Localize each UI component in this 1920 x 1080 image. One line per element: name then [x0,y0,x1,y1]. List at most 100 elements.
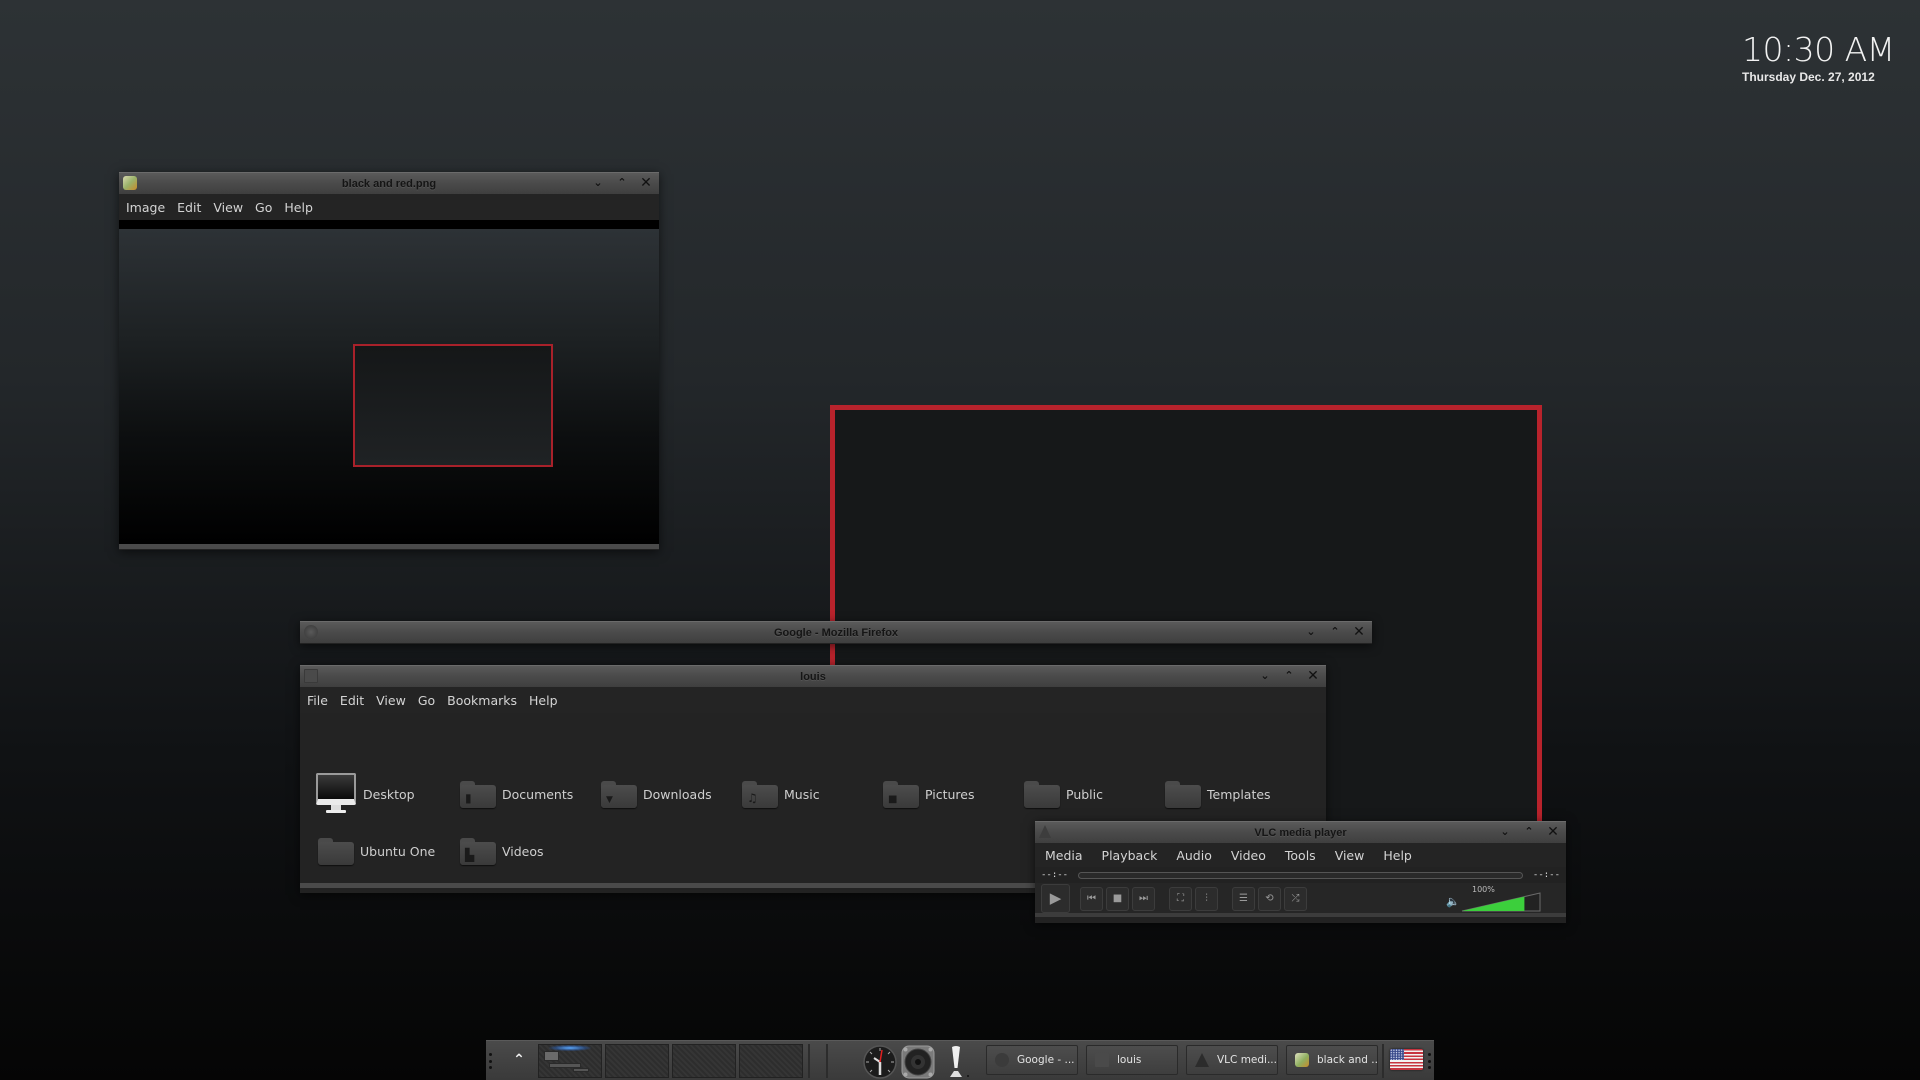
clock-applet-icon[interactable] [862,1044,898,1080]
menu-edit[interactable]: Edit [340,693,364,708]
panel-grip-right[interactable] [1428,1053,1431,1069]
file-item-label: Public [1066,787,1103,802]
window-title: VLC media player [1254,826,1347,839]
file-item-downloads[interactable]: ▼ Downloads [601,781,712,808]
menu-view[interactable]: View [376,693,406,708]
folder-music-icon: ♫ [742,781,778,808]
menu-help[interactable]: Help [1383,848,1412,863]
folder-documents-icon: ▮ [460,781,496,808]
speaker-icon[interactable]: 🔈 [1446,895,1460,908]
menu-playback[interactable]: Playback [1102,848,1158,863]
firefox-window: Google - Mozilla Firefox ⌄ ⌃ ✕ [300,621,1372,644]
stop-button[interactable]: ■ [1106,887,1129,911]
task-label: VLC medi... [1217,1054,1277,1066]
menu-audio[interactable]: Audio [1176,848,1212,863]
vlc-titlebar[interactable]: VLC media player ⌄ ⌃ ✕ [1035,821,1566,843]
file-item-templates[interactable]: Templates [1165,781,1271,808]
image-viewer-icon [1295,1053,1309,1067]
keyboard-layout-us-flag-icon[interactable] [1390,1049,1423,1070]
file-item-label: Templates [1207,787,1271,802]
window-title: black and red.png [341,177,437,190]
menu-edit[interactable]: Edit [177,200,201,215]
show-desktop-button[interactable]: ⌃ [506,1047,532,1073]
previous-button[interactable]: ⏮ [1080,887,1103,911]
task-button-vlc[interactable]: VLC medi... [1186,1045,1278,1075]
elapsed-time: --:-- [1041,870,1069,880]
file-item-label: Music [784,787,820,802]
file-item-desktop[interactable]: Desktop [315,773,415,815]
image-viewer-titlebar[interactable]: black and red.png ⌄ ⌃ ✕ [119,172,659,194]
task-label: Google - ... [1017,1054,1075,1066]
menu-go[interactable]: Go [418,693,435,708]
maximize-button[interactable]: ⌃ [1328,624,1342,640]
menu-view[interactable]: View [1335,848,1365,863]
file-item-documents[interactable]: ▮ Documents [460,781,573,808]
file-manager-titlebar[interactable]: louis ⌄ ⌃ ✕ [300,665,1326,687]
close-button[interactable]: ✕ [1352,624,1366,640]
panel-separator [1382,1044,1384,1078]
task-button-firefox[interactable]: Google - ... [986,1045,1078,1075]
workspace-3[interactable] [672,1044,736,1078]
panel-grip-left[interactable] [489,1053,492,1069]
menu-file[interactable]: File [307,693,328,708]
maximize-button[interactable]: ⌃ [1282,668,1296,684]
image-viewer-window: black and red.png ⌄ ⌃ ✕ Image Edit View … [119,172,659,550]
play-button[interactable]: ▶ [1041,884,1070,913]
vlc-statusbar [1035,913,1566,917]
window-title: louis [800,670,826,683]
menu-help[interactable]: Help [529,693,558,708]
minimize-button[interactable]: ⌄ [591,175,605,191]
file-item-pictures[interactable]: ■ Pictures [883,781,975,808]
volume-speaker-applet-icon[interactable] [900,1044,936,1080]
menu-media[interactable]: Media [1045,848,1083,863]
menu-go[interactable]: Go [255,200,272,215]
workspace-1[interactable] [538,1044,602,1078]
menu-video[interactable]: Video [1231,848,1266,863]
workspace-2[interactable] [605,1044,669,1078]
task-button-louis[interactable]: louis [1086,1045,1178,1075]
minimize-button[interactable]: ⌄ [1498,824,1512,840]
close-button[interactable]: ✕ [1546,824,1560,840]
vlc-menubar: Media Playback Audio Video Tools View He… [1035,843,1566,867]
folder-icon [1165,781,1201,808]
desktop-clock: 10:30 AM Thursday Dec. 27, 2012 [1742,32,1895,85]
file-item-public[interactable]: Public [1024,781,1103,808]
seek-slider[interactable] [1078,871,1523,879]
file-item-label: Videos [502,844,544,859]
task-button-image-viewer[interactable]: black and ... [1286,1045,1378,1075]
close-button[interactable]: ✕ [1306,668,1320,684]
folder-videos-icon: ▙ [460,838,496,865]
file-item-label: Ubuntu One [360,844,436,859]
maximize-button[interactable]: ⌃ [615,175,629,191]
file-item-ubuntu-one[interactable]: Ubuntu One [318,838,435,865]
next-button[interactable]: ⏭ [1132,887,1155,911]
firefox-titlebar[interactable]: Google - Mozilla Firefox ⌄ ⌃ ✕ [300,621,1372,643]
workspace-4[interactable] [739,1044,803,1078]
playlist-button[interactable]: ☰ [1232,887,1255,911]
maximize-button[interactable]: ⌃ [1522,824,1536,840]
fullscreen-button[interactable]: ⛶ [1169,887,1192,911]
minimize-button[interactable]: ⌄ [1304,624,1318,640]
image-canvas[interactable] [119,229,659,544]
desktop-monitor-icon [315,773,357,815]
file-manager-menubar: File Edit View Go Bookmarks Help [300,687,1326,713]
file-item-music[interactable]: ♫ Music [742,781,820,808]
vlc-controls: ▶ ⏮ ■ ⏭ ⛶ ⫶ ☰ ⟲ ⤮ 🔈 100% [1035,883,1566,913]
volume-slider[interactable] [1461,892,1541,912]
task-list: Google - ... louis VLC medi... black and… [986,1045,1378,1075]
task-label: black and ... [1317,1054,1378,1066]
remaining-time: --:-- [1532,870,1560,880]
notification-exclamation-icon[interactable] [938,1044,974,1080]
menu-bookmarks[interactable]: Bookmarks [447,693,517,708]
menu-view[interactable]: View [213,200,243,215]
extended-settings-button[interactable]: ⫶ [1195,887,1218,911]
loop-button[interactable]: ⟲ [1258,887,1281,911]
minimize-button[interactable]: ⌄ [1258,668,1272,684]
random-button[interactable]: ⤮ [1284,887,1307,911]
menu-tools[interactable]: Tools [1285,848,1316,863]
folder-icon [318,838,354,865]
menu-help[interactable]: Help [284,200,313,215]
menu-image[interactable]: Image [126,200,165,215]
file-item-videos[interactable]: ▙ Videos [460,838,544,865]
close-button[interactable]: ✕ [639,175,653,191]
